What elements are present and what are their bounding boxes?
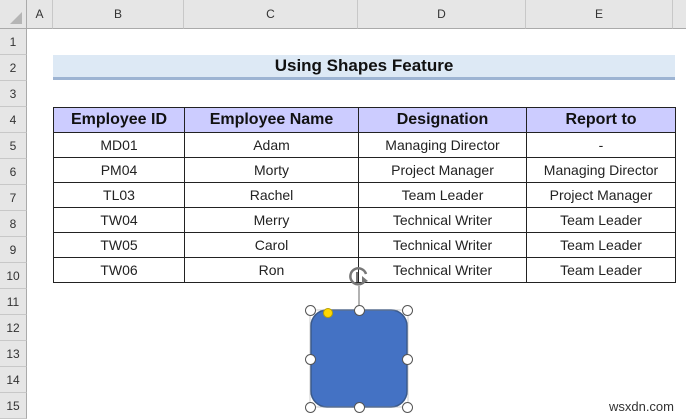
- table-cell[interactable]: Team Leader: [358, 182, 527, 208]
- row-header-7[interactable]: 7: [0, 185, 27, 211]
- table-cell[interactable]: Rachel: [184, 182, 359, 208]
- table-cell[interactable]: Team Leader: [526, 207, 676, 233]
- table-cell[interactable]: MD01: [53, 132, 185, 158]
- table-header-row: Employee ID Employee Name Designation Re…: [53, 107, 676, 133]
- column-header-a[interactable]: A: [27, 0, 53, 29]
- table-cell[interactable]: Carol: [184, 232, 359, 258]
- column-header-c[interactable]: C: [184, 0, 358, 29]
- table-cell[interactable]: Adam: [184, 132, 359, 158]
- selected-shape[interactable]: [300, 262, 420, 418]
- row-header-8[interactable]: 8: [0, 211, 27, 237]
- table-cell[interactable]: TW06: [53, 257, 185, 283]
- header-employee-id[interactable]: Employee ID: [53, 107, 185, 133]
- row-header-3[interactable]: 3: [0, 81, 27, 107]
- row-header-15[interactable]: 15: [0, 393, 27, 419]
- table-cell[interactable]: Morty: [184, 157, 359, 183]
- resize-handle-bottom[interactable]: [354, 402, 365, 413]
- corner-radius-adjust-handle[interactable]: [323, 308, 333, 318]
- row-header-6[interactable]: 6: [0, 159, 27, 185]
- header-employee-name[interactable]: Employee Name: [184, 107, 359, 133]
- resize-handle-top[interactable]: [354, 305, 365, 316]
- watermark: wsxdn.com: [608, 399, 674, 414]
- table-cell[interactable]: Technical Writer: [358, 207, 527, 233]
- table-row: PM04 Morty Project Manager Managing Directo…: [53, 157, 676, 183]
- table-cell[interactable]: Managing Director: [526, 157, 676, 183]
- select-all-button[interactable]: [0, 0, 27, 29]
- resize-handle-bottom-left[interactable]: [305, 402, 316, 413]
- resize-handle-right[interactable]: [402, 354, 413, 365]
- table-cell[interactable]: TW05: [53, 232, 185, 258]
- table-cell[interactable]: Project Manager: [358, 157, 527, 183]
- row-header-9[interactable]: 9: [0, 237, 27, 263]
- table-row: MD01 Adam Managing Director -: [53, 132, 676, 158]
- row-header-5[interactable]: 5: [0, 133, 27, 159]
- column-header-d[interactable]: D: [358, 0, 526, 29]
- resize-handle-bottom-right[interactable]: [402, 402, 413, 413]
- table-cell[interactable]: -: [526, 132, 676, 158]
- resize-handle-top-right[interactable]: [402, 305, 413, 316]
- table-row: TL03 Rachel Team Leader Project Manager: [53, 182, 676, 208]
- employee-table: Employee ID Employee Name Designation Re…: [53, 107, 676, 283]
- table-cell[interactable]: Technical Writer: [358, 232, 527, 258]
- table-row: TW04 Merry Technical Writer Team Leader: [53, 207, 676, 233]
- row-header-4[interactable]: 4: [0, 107, 27, 133]
- row-header-13[interactable]: 13: [0, 341, 27, 367]
- table-cell[interactable]: PM04: [53, 157, 185, 183]
- table-cell[interactable]: TL03: [53, 182, 185, 208]
- row-header-2[interactable]: 2: [0, 55, 27, 81]
- row-header-14[interactable]: 14: [0, 367, 27, 393]
- table-row: TW05 Carol Technical Writer Team Leader: [53, 232, 676, 258]
- table-cell[interactable]: Team Leader: [526, 232, 676, 258]
- resize-handle-left[interactable]: [305, 354, 316, 365]
- rotate-handle-icon[interactable]: [349, 267, 368, 286]
- row-header-10[interactable]: 10: [0, 263, 27, 289]
- table-cell[interactable]: Project Manager: [526, 182, 676, 208]
- header-designation[interactable]: Designation: [358, 107, 527, 133]
- sheet-title: Using Shapes Feature: [53, 55, 675, 80]
- header-report-to[interactable]: Report to: [526, 107, 676, 133]
- rounded-rectangle-shape[interactable]: [310, 309, 408, 408]
- table-cell[interactable]: TW04: [53, 207, 185, 233]
- row-header-11[interactable]: 11: [0, 289, 27, 315]
- table-cell[interactable]: Managing Director: [358, 132, 527, 158]
- column-header-f[interactable]: [673, 0, 686, 29]
- column-header-b[interactable]: B: [53, 0, 184, 29]
- table-cell[interactable]: Team Leader: [526, 257, 676, 283]
- table-cell[interactable]: Merry: [184, 207, 359, 233]
- column-header-e[interactable]: E: [526, 0, 673, 29]
- row-header-12[interactable]: 12: [0, 315, 27, 341]
- resize-handle-top-left[interactable]: [305, 305, 316, 316]
- row-header-1[interactable]: 1: [0, 29, 27, 55]
